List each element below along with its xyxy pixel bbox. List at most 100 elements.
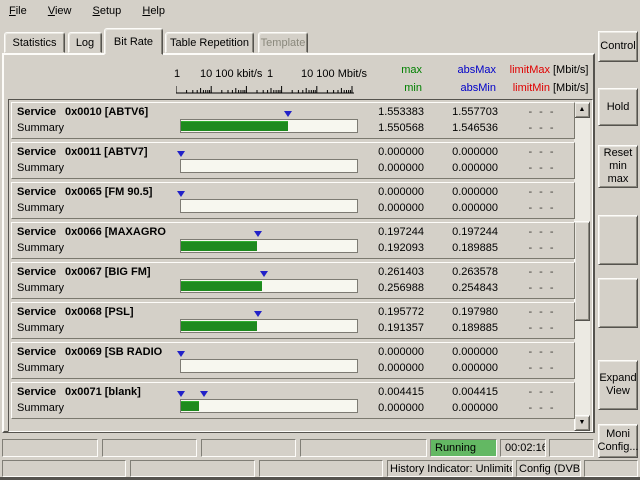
bar-marker-icon <box>177 391 185 401</box>
bar-marker-icon <box>200 391 208 401</box>
service-row[interactable]: Service0x0069 [SB RADIO Summary 0.000000… <box>11 342 575 379</box>
summary-label: Summary <box>17 122 64 134</box>
service-title: Service0x0010 [ABTV6] <box>17 106 175 119</box>
service-title: Service0x0067 [BIG FM] <box>17 266 175 279</box>
value-limitmin: - - - <box>514 362 570 374</box>
value-max: 0.000000 <box>344 186 424 198</box>
bar-track <box>180 319 358 333</box>
running-status-badge: Running <box>430 439 497 457</box>
value-absmax: 0.263578 <box>426 266 498 278</box>
bitrate-scale-ruler <box>176 84 356 95</box>
service-id: 0x0068 [PSL] <box>65 306 133 318</box>
menu-file[interactable]: File <box>0 0 36 21</box>
tab-bit-rate[interactable]: Bit Rate <box>104 28 163 55</box>
value-absmin: 0.189885 <box>426 242 498 254</box>
bar-track <box>180 279 358 293</box>
bar-marker-icon <box>260 271 268 281</box>
menu-help[interactable]: Help <box>133 0 174 21</box>
tab-strip: Statistics Log Bit Rate Table Repetition… <box>2 30 596 55</box>
status-cell-empty <box>2 439 98 457</box>
col-header-absmin: absMin <box>436 82 496 94</box>
value-absmax: 0.000000 <box>426 146 498 158</box>
bar-fill <box>181 121 288 131</box>
value-limitmin: - - - <box>514 402 570 414</box>
status-cell-empty <box>201 439 296 457</box>
vertical-scrollbar[interactable]: ▲ ▼ <box>574 102 590 431</box>
value-absmax: 0.000000 <box>426 346 498 358</box>
col-header-limitmax: limitMax <box>490 64 550 76</box>
status-cell-empty <box>2 460 126 477</box>
value-limitmin: - - - <box>514 162 570 174</box>
menu-setup[interactable]: Setup <box>84 0 131 21</box>
value-max: 0.261403 <box>344 266 424 278</box>
bitrate-panel: 1 10 100 kbit/s 1 10 100 Mbit/s max absM… <box>2 53 595 433</box>
col-header-absmax: absMax <box>436 64 496 76</box>
value-limitmin: - - - <box>514 242 570 254</box>
hold-button[interactable]: Hold <box>598 88 638 126</box>
tab-template: Template <box>258 32 308 53</box>
bar-track <box>180 239 358 253</box>
bar-fill <box>181 281 262 291</box>
value-min: 1.550568 <box>344 122 424 134</box>
bar-track <box>180 159 358 173</box>
bar-marker-icon <box>177 351 185 361</box>
value-min: 0.000000 <box>344 202 424 214</box>
scale-label: 10 100 kbit/s <box>200 68 262 80</box>
blank-button-2[interactable] <box>598 278 638 328</box>
service-row[interactable]: Service0x0011 [ABTV7] Summary 0.000000 0… <box>11 142 575 179</box>
col-header-limitmin: limitMin <box>490 82 550 94</box>
bar-marker-icon <box>284 111 292 121</box>
value-limitmin: - - - <box>514 122 570 134</box>
service-row[interactable]: Service0x0066 [MAXAGRO Summary 0.197244 … <box>11 222 575 259</box>
value-limitmax: - - - <box>514 266 570 278</box>
value-max: 0.197244 <box>344 226 424 238</box>
expand-view-button[interactable]: Expand View <box>598 360 638 410</box>
value-limitmin: - - - <box>514 322 570 334</box>
service-id: 0x0066 [MAXAGRO <box>65 226 166 238</box>
history-indicator: History Indicator: Unlimited <box>387 460 513 477</box>
control-button[interactable]: Control <box>598 31 638 62</box>
tab-log[interactable]: Log <box>68 32 102 53</box>
value-absmax: 1.557703 <box>426 106 498 118</box>
value-min: 0.192093 <box>344 242 424 254</box>
summary-label: Summary <box>17 402 64 414</box>
menu-view[interactable]: View <box>39 0 81 21</box>
value-absmax: 0.197244 <box>426 226 498 238</box>
value-limitmax: - - - <box>514 346 570 358</box>
service-row[interactable]: Service0x0068 [PSL] Summary 0.195772 0.1… <box>11 302 575 339</box>
reset-min-max-button[interactable]: Reset min max <box>598 145 638 188</box>
service-row[interactable]: Service0x0010 [ABTV6] Summary 1.553383 1… <box>11 102 575 139</box>
service-row[interactable]: Service0x0067 [BIG FM] Summary 0.261403 … <box>11 262 575 299</box>
scroll-thumb[interactable] <box>574 221 590 321</box>
value-min: 0.000000 <box>344 362 424 374</box>
status-cell-empty <box>130 460 255 477</box>
col-header-max: max <box>362 64 422 76</box>
bar-marker-icon <box>254 311 262 321</box>
scroll-down-button[interactable]: ▼ <box>574 415 590 431</box>
value-absmin: 0.189885 <box>426 322 498 334</box>
service-label: Service <box>17 266 65 278</box>
value-max: 0.000000 <box>344 146 424 158</box>
blank-button-1[interactable] <box>598 215 638 265</box>
col-header-min: min <box>362 82 422 94</box>
service-row[interactable]: Service0x0071 [blank] Summary 0.004415 0… <box>11 382 575 419</box>
bitrate-scale-labels: 1 10 100 kbit/s 1 10 100 Mbit/s <box>174 68 374 81</box>
tab-statistics[interactable]: Statistics <box>4 32 65 53</box>
value-limitmax: - - - <box>514 386 570 398</box>
value-max: 0.004415 <box>344 386 424 398</box>
value-absmin: 0.000000 <box>426 202 498 214</box>
bar-track <box>180 359 358 373</box>
bar-fill <box>181 321 257 331</box>
moni-config-button[interactable]: Moni Config... <box>598 424 638 458</box>
status-cell-empty <box>584 460 638 477</box>
col-header-unit-max: [Mbit/s] <box>553 64 597 76</box>
summary-label: Summary <box>17 322 64 334</box>
value-max: 1.553383 <box>344 106 424 118</box>
scroll-up-button[interactable]: ▲ <box>574 102 590 118</box>
tab-table-repetition[interactable]: Table Repetition <box>165 32 254 53</box>
value-min: 0.000000 <box>344 162 424 174</box>
service-list: ▲ ▼ Service0x0010 [ABTV6] Summary 1.5533… <box>8 99 593 432</box>
value-absmin: 0.254843 <box>426 282 498 294</box>
service-row[interactable]: Service0x0065 [FM 90.5] Summary 0.000000… <box>11 182 575 219</box>
bar-marker-icon <box>254 231 262 241</box>
